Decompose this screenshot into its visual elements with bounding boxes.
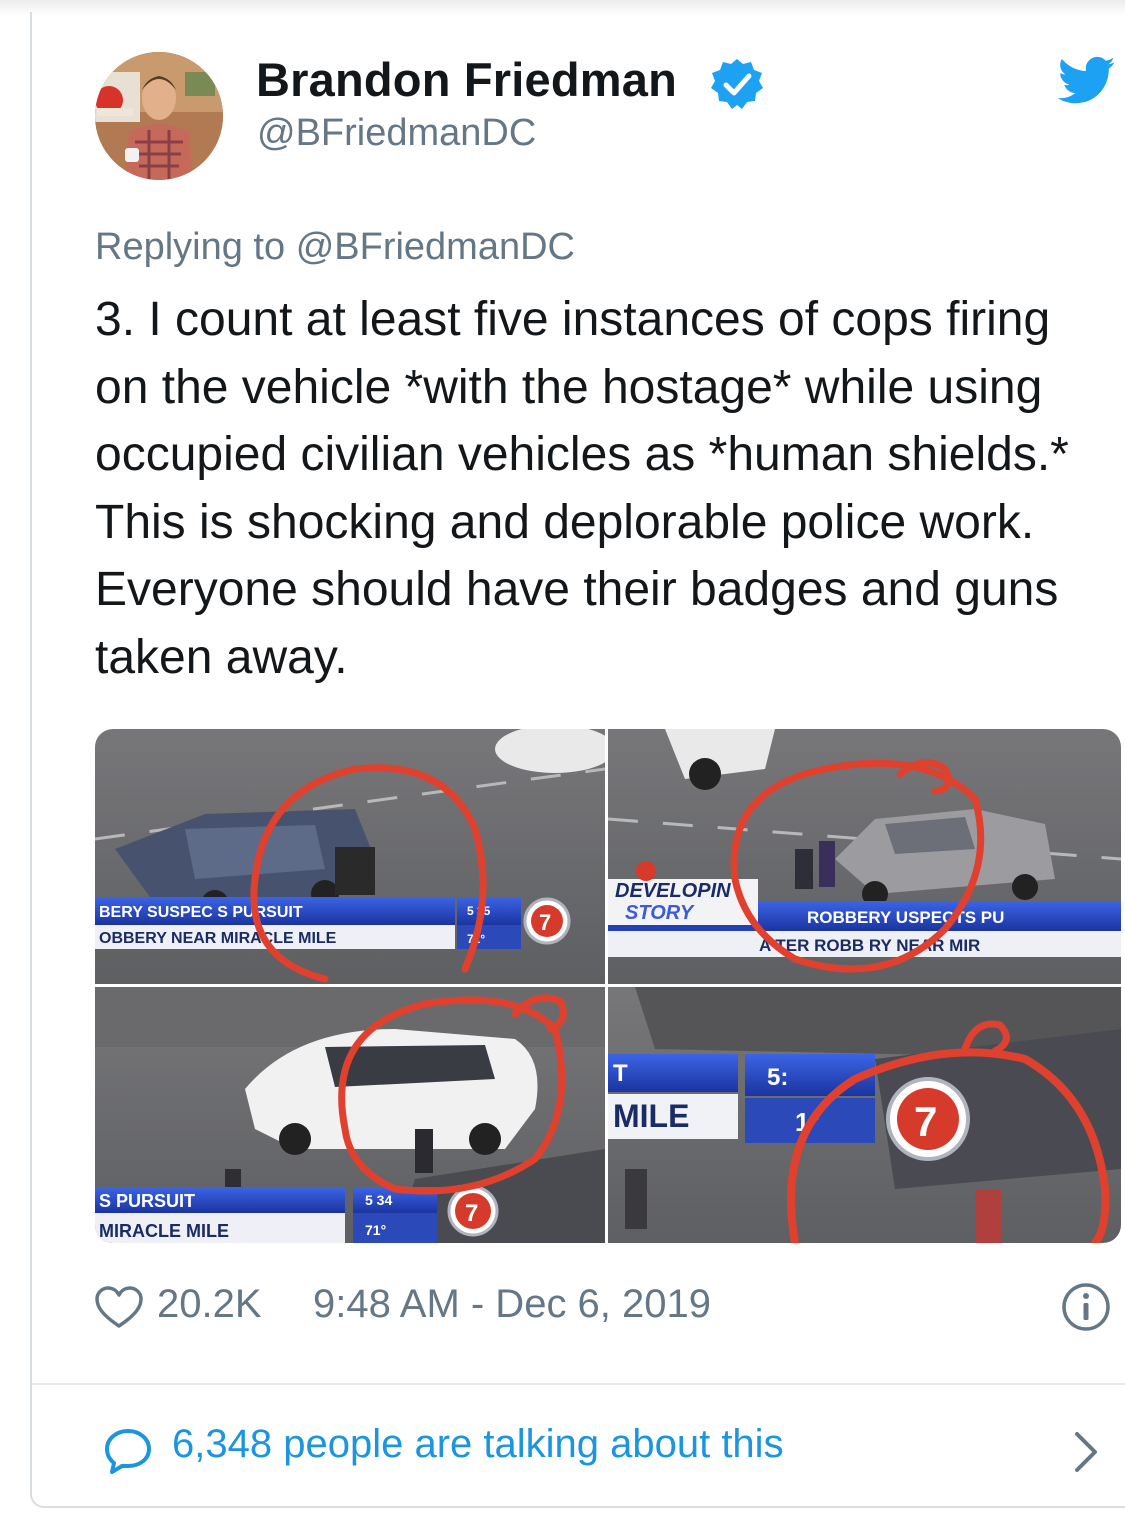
- tweet-text: 3. I count at least five instances of co…: [95, 286, 1105, 691]
- channel-7-logo: 7: [914, 1098, 937, 1145]
- channel-7-logo: 7: [465, 1200, 478, 1227]
- tweet-text-line: occupied civilian vehicles as *human shi…: [95, 428, 1069, 481]
- ticker-top-text: T: [613, 1060, 628, 1087]
- twitter-bird-icon[interactable]: [1057, 56, 1116, 106]
- conversation-link[interactable]: 6,348 people are talking about this: [104, 1420, 1114, 1480]
- media-image-grid[interactable]: BERY SUSPEC S PURSUIT OBBERY NEAR MIRACL…: [95, 729, 1121, 1243]
- ticker-top-text: BERY SUSPEC S PURSUIT: [99, 904, 303, 921]
- ticker-bottom-text: MILE: [613, 1098, 689, 1134]
- developing-story-bottom: STORY: [625, 902, 695, 924]
- clock-text: 5 34: [365, 1192, 392, 1208]
- clock-text: 5:: [767, 1064, 788, 1091]
- chevron-right-icon[interactable]: [1072, 1430, 1100, 1474]
- replying-prefix: Replying to: [95, 226, 286, 268]
- media-panel-3[interactable]: S PURSUIT MIRACLE MILE 5 34 71° 7: [95, 987, 605, 1243]
- tweet-text-line: on the vehicle *with the hostage* while …: [95, 360, 1043, 414]
- author-handle[interactable]: @BFriedmanDC: [257, 112, 536, 155]
- tweet-text-line: taken away.: [95, 630, 348, 684]
- ticker-bottom-text: MIRACLE MILE: [99, 1221, 229, 1241]
- ticker-bottom-text: OBBERY NEAR MIRACLE MILE: [99, 930, 337, 947]
- developing-story-top: DEVELOPIN: [615, 880, 731, 902]
- verified-badge-icon: [710, 57, 764, 111]
- tweet-timestamp[interactable]: 9:48 AM - Dec 6, 2019: [313, 1282, 711, 1327]
- media-panel-2[interactable]: DEVELOPIN STORY ROBBERY USPECTS PU A TER…: [608, 729, 1121, 984]
- media-panel-4[interactable]: T MILE 5: 1° 7: [608, 987, 1121, 1243]
- replying-handle-link[interactable]: @BFriedmanDC: [296, 226, 575, 268]
- ticker-bottom-text: A TER ROBB RY NEAR MIR: [759, 936, 980, 955]
- like-count[interactable]: 20.2K: [157, 1282, 262, 1327]
- avatar[interactable]: [95, 52, 223, 180]
- heart-icon[interactable]: [95, 1286, 143, 1330]
- divider: [32, 1383, 1125, 1385]
- author-name[interactable]: Brandon Friedman: [256, 52, 677, 107]
- ticker-top-text: S PURSUIT: [99, 1191, 195, 1211]
- tweet-text-line: Everyone should have their badges and gu…: [95, 563, 1059, 616]
- tweet-text-line: This is shocking and deplorable police w…: [95, 495, 1035, 549]
- info-icon[interactable]: [1061, 1282, 1111, 1332]
- media-panel-1[interactable]: BERY SUSPEC S PURSUIT OBBERY NEAR MIRACL…: [95, 729, 615, 984]
- tweet-meta-row: 20.2K 9:48 AM - Dec 6, 2019: [95, 1282, 1121, 1332]
- replying-to: Replying to @BFriedmanDC: [95, 226, 575, 269]
- conversation-text[interactable]: 6,348 people are talking about this: [172, 1422, 784, 1467]
- ticker-top-text: ROBBERY USPECTS PU: [807, 908, 1004, 927]
- comment-bubble-icon: [104, 1428, 152, 1474]
- channel-7-logo: 7: [539, 910, 551, 935]
- tweet-text-line: 3. I count at least five instances of co…: [95, 293, 1051, 346]
- temperature-text: 71°: [365, 1222, 386, 1238]
